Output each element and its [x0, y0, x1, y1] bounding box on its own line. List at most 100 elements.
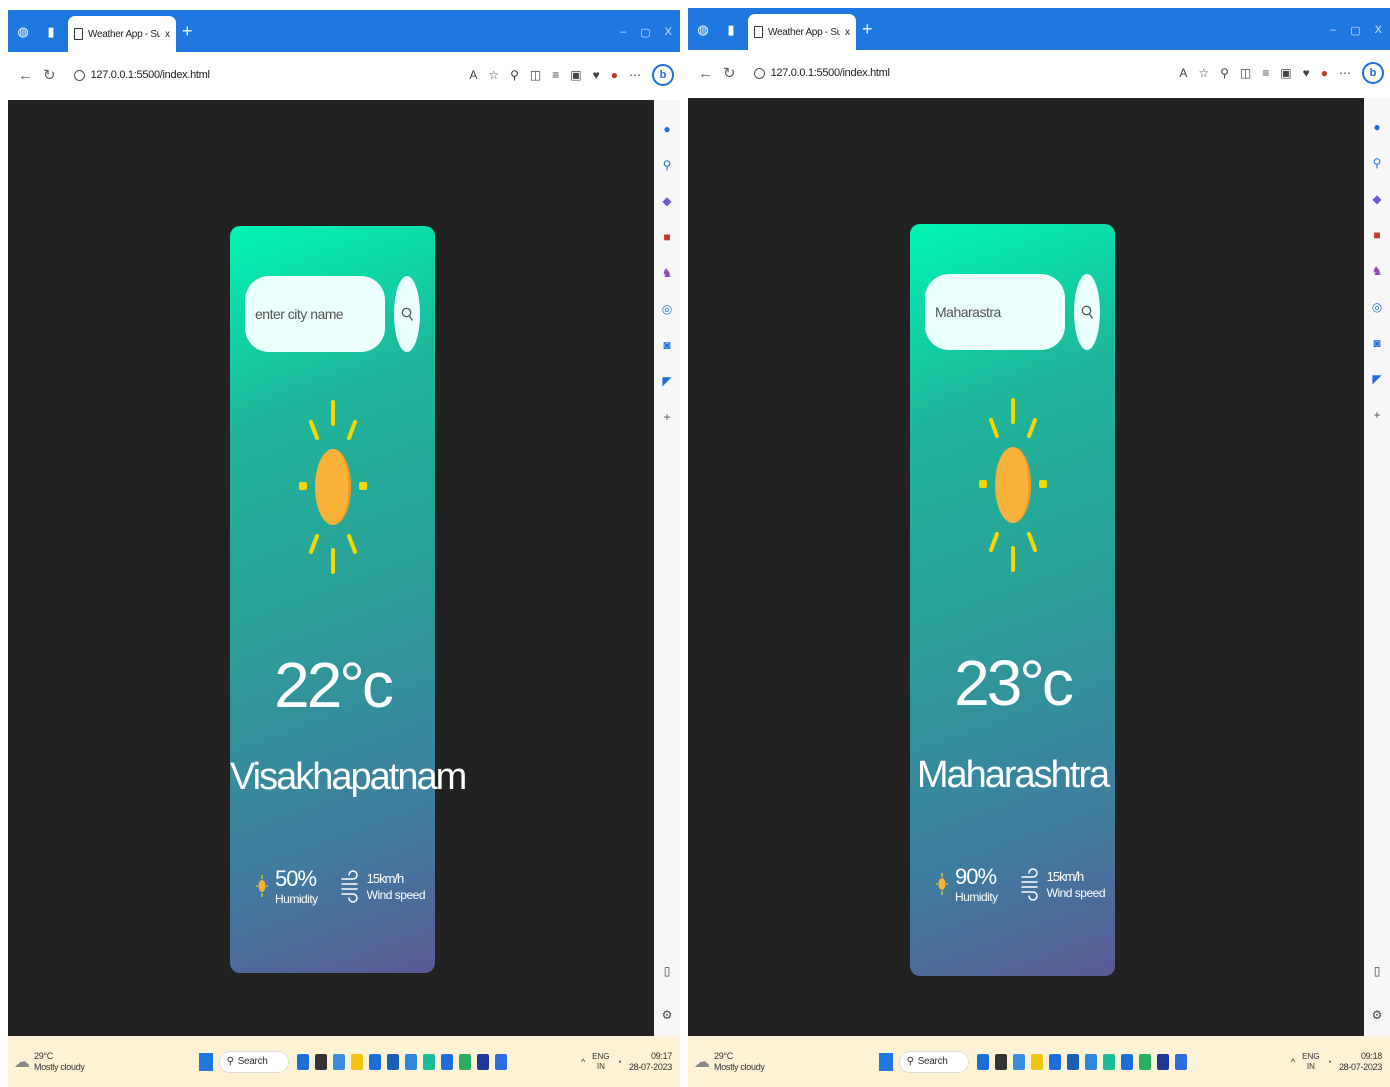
info-icon[interactable] [73, 69, 85, 81]
app-icon[interactable] [422, 1053, 435, 1070]
bing-icon[interactable]: b [1362, 62, 1384, 84]
wifi-icon[interactable]: ◔ [617, 1057, 622, 1067]
start-icon[interactable] [198, 1052, 213, 1071]
url-field[interactable]: 127.0.0.1:5500/index.html [746, 59, 898, 87]
app-icon[interactable] [404, 1053, 417, 1070]
add-icon[interactable]: + [663, 410, 670, 424]
chevron-up-icon[interactable]: ^ [581, 1057, 585, 1067]
restore-button[interactable]: ▢ [1350, 24, 1360, 37]
extensions-icon[interactable]: ⚲ [1220, 66, 1229, 80]
app-icon[interactable] [1012, 1053, 1025, 1070]
gear-icon[interactable]: ⚙ [1372, 1008, 1383, 1022]
app-icon[interactable] [476, 1053, 489, 1070]
minimize-button[interactable]: – [1330, 24, 1336, 37]
favorite-star-icon[interactable]: ☆ [488, 68, 499, 82]
workspaces-icon[interactable]: ◍ [14, 23, 32, 41]
app-icon[interactable] [1102, 1053, 1115, 1070]
restore-button[interactable]: ▢ [640, 26, 650, 39]
app-icon[interactable] [314, 1053, 327, 1070]
tab-actions-icon[interactable]: ▮ [722, 21, 740, 39]
app-icon[interactable] [1030, 1053, 1043, 1070]
app-icon[interactable] [1048, 1053, 1061, 1070]
city-search-input[interactable] [925, 274, 1065, 350]
new-tab-button[interactable]: + [862, 19, 873, 40]
split-icon[interactable]: ▯ [1374, 964, 1381, 978]
read-aloud-icon[interactable]: A [1179, 66, 1187, 80]
info-icon[interactable] [753, 67, 765, 79]
clock[interactable]: 09:17 28-07-2023 [629, 1051, 672, 1073]
app-icon[interactable] [1084, 1053, 1097, 1070]
app-icon[interactable] [440, 1053, 453, 1070]
close-button[interactable]: X [1375, 24, 1382, 37]
app-icon[interactable] [1120, 1053, 1133, 1070]
search-button[interactable] [1074, 274, 1100, 350]
app-icon[interactable] [1156, 1053, 1169, 1070]
app-icon[interactable] [994, 1053, 1007, 1070]
search-icon[interactable]: ⚲ [663, 158, 672, 172]
app-icon[interactable] [386, 1053, 399, 1070]
profile-icon[interactable]: ● [1321, 66, 1328, 80]
notification-icon[interactable]: ● [663, 122, 670, 136]
app-icon[interactable] [458, 1053, 471, 1070]
app-icon[interactable] [296, 1053, 309, 1070]
taskbar-search[interactable]: ⚲ Search [898, 1050, 969, 1073]
new-tab-button[interactable]: + [182, 21, 193, 42]
wifi-icon[interactable]: ◔ [1327, 1057, 1332, 1067]
split-screen-icon[interactable]: ◫ [530, 68, 541, 82]
app-icon[interactable] [1138, 1053, 1151, 1070]
browser-tab[interactable]: Weather App - Sumanth Manep x [68, 16, 176, 52]
tools-icon[interactable]: ■ [663, 230, 670, 244]
close-button[interactable]: X [665, 26, 672, 39]
tab-actions-icon[interactable]: ▮ [42, 23, 60, 41]
url-field[interactable]: 127.0.0.1:5500/index.html [66, 61, 218, 89]
app-icon[interactable] [368, 1053, 381, 1070]
outlook-icon[interactable]: ◙ [663, 338, 670, 352]
add-icon[interactable]: + [1373, 408, 1380, 422]
language-indicator[interactable]: ENG IN [1302, 1052, 1319, 1072]
tools-icon[interactable]: ■ [1373, 228, 1380, 242]
app-icon[interactable] [976, 1053, 989, 1070]
app-icon[interactable] [332, 1053, 345, 1070]
app-icon[interactable] [350, 1053, 363, 1070]
browser-tab[interactable]: Weather App - Sumanth Manep x [748, 14, 856, 50]
gear-icon[interactable]: ⚙ [662, 1008, 673, 1022]
more-menu-icon[interactable]: ⋯ [1339, 66, 1351, 80]
workspaces-icon[interactable]: ◍ [694, 21, 712, 39]
telegram-icon[interactable]: ◤ [662, 374, 671, 388]
split-icon[interactable]: ▯ [664, 964, 671, 978]
chevron-up-icon[interactable]: ^ [1291, 1057, 1295, 1067]
office-icon[interactable]: ◎ [662, 302, 672, 316]
split-screen-icon[interactable]: ◫ [1240, 66, 1251, 80]
back-arrow-icon[interactable]: ← [18, 67, 33, 84]
favorites-icon[interactable]: ≡ [552, 68, 559, 82]
games-icon[interactable]: ♞ [1372, 264, 1383, 278]
shopping-icon[interactable]: ◆ [662, 194, 671, 208]
telegram-icon[interactable]: ◤ [1372, 372, 1381, 386]
search-button[interactable] [394, 276, 420, 352]
more-menu-icon[interactable]: ⋯ [629, 68, 641, 82]
favorite-star-icon[interactable]: ☆ [1198, 66, 1209, 80]
taskbar-search[interactable]: ⚲ Search [218, 1050, 289, 1073]
read-aloud-icon[interactable]: A [469, 68, 477, 82]
taskbar-weather[interactable]: ☁ 29°C Mostly cloudy [14, 1051, 85, 1073]
collections-icon[interactable]: ▣ [570, 68, 581, 82]
app-icon[interactable] [494, 1053, 507, 1070]
back-arrow-icon[interactable]: ← [698, 65, 713, 82]
copilot-icon[interactable]: ♥ [593, 68, 600, 82]
profile-icon[interactable]: ● [611, 68, 618, 82]
minimize-button[interactable]: – [620, 26, 626, 39]
clock[interactable]: 09:18 28-07-2023 [1339, 1051, 1382, 1073]
start-icon[interactable] [878, 1052, 893, 1071]
app-icon[interactable] [1174, 1053, 1187, 1070]
extensions-icon[interactable]: ⚲ [510, 68, 519, 82]
tab-close-button[interactable]: x [845, 27, 850, 38]
games-icon[interactable]: ♞ [662, 266, 673, 280]
city-search-input[interactable] [245, 276, 385, 352]
collections-icon[interactable]: ▣ [1280, 66, 1291, 80]
tab-close-button[interactable]: x [165, 29, 170, 40]
taskbar-weather[interactable]: ☁ 29°C Mostly cloudy [694, 1051, 765, 1073]
app-icon[interactable] [1066, 1053, 1079, 1070]
shopping-icon[interactable]: ◆ [1372, 192, 1381, 206]
refresh-icon[interactable]: ↻ [723, 64, 736, 82]
copilot-icon[interactable]: ♥ [1303, 66, 1310, 80]
